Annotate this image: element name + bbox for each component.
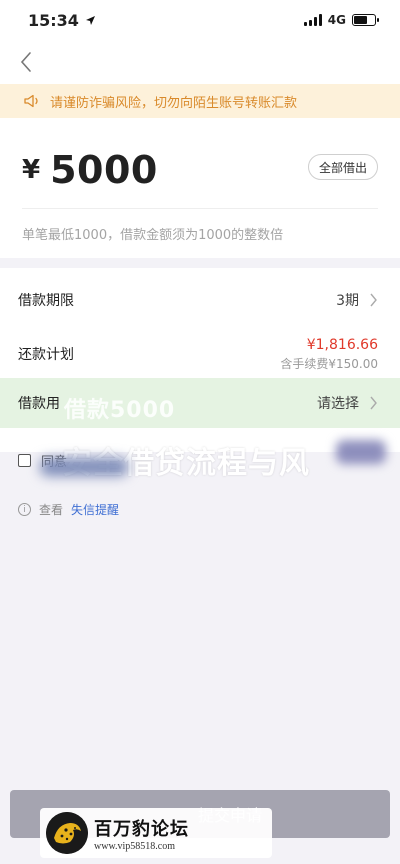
leopard-logo-icon xyxy=(46,812,88,854)
borrow-all-button[interactable]: 全部借出 xyxy=(307,154,378,180)
repayment-plan-row[interactable]: 还款计划 ¥1,816.66 含手续费¥150.00 xyxy=(0,330,400,378)
status-right: 4G xyxy=(303,13,379,27)
fraud-warning-banner: 请谨防诈骗风险，切勿向陌生账号转账汇款 xyxy=(0,84,400,118)
network-type: 4G xyxy=(327,13,346,27)
term-row[interactable]: 借款期限 3期 xyxy=(0,278,400,322)
status-time: 15:34 xyxy=(28,10,79,30)
forum-watermark: 百万豹论坛 www.vip58518.com xyxy=(40,808,272,858)
loan-amount-input[interactable]: 5000 xyxy=(50,148,158,192)
back-chevron-icon[interactable] xyxy=(16,50,38,74)
chevron-right-icon xyxy=(370,396,377,410)
watermark-text: 百万豹论坛 www.vip58518.com xyxy=(94,815,189,852)
purpose-row[interactable]: 借款用 请选择 xyxy=(0,380,400,426)
watermark-url: www.vip58518.com xyxy=(94,840,176,852)
watermark-name: 百万豹论坛 xyxy=(94,818,189,840)
speaker-icon xyxy=(24,94,38,108)
agreement-label: 同意 xyxy=(41,455,68,470)
location-arrow-icon xyxy=(85,15,95,25)
warning-text: 请谨防诈骗风险，切勿向陌生账号转账汇款 xyxy=(50,95,298,111)
status-bar: 15:34 4G xyxy=(0,0,400,40)
amount-row: ¥ 5000 全部借出 xyxy=(22,140,378,200)
agreement-checkbox[interactable] xyxy=(18,454,31,467)
term-value-group: 3期 xyxy=(336,290,378,310)
status-left: 15:34 xyxy=(28,11,96,30)
plan-amount: ¥1,816.66 xyxy=(306,336,378,353)
purpose-label: 借款用 xyxy=(18,396,60,412)
purpose-value-group: 请选择 xyxy=(317,393,378,413)
info-prefix: 查看 xyxy=(39,503,64,517)
amount-card: ¥ 5000 全部借出 单笔最低1000，借款金额须为1000的整数倍 xyxy=(0,118,400,258)
battery-icon xyxy=(352,14,379,26)
nav-bar xyxy=(0,40,400,84)
chevron-right-icon xyxy=(370,293,377,307)
plan-values: ¥1,816.66 含手续费¥150.00 xyxy=(280,337,378,372)
amount-divider xyxy=(22,208,378,209)
info-icon: i xyxy=(18,503,31,516)
signal-icon xyxy=(303,14,322,26)
dishonesty-reminder-link[interactable]: 失信提醒 xyxy=(71,501,119,518)
purpose-value: 请选择 xyxy=(317,396,359,412)
plan-fee: 含手续费¥150.00 xyxy=(280,356,378,371)
term-label: 借款期限 xyxy=(18,293,74,309)
term-value: 3期 xyxy=(336,293,359,309)
info-row: i 查看 失信提醒 xyxy=(18,501,119,518)
currency-symbol: ¥ xyxy=(22,155,41,185)
agreement-row: 同意 xyxy=(18,451,67,470)
plan-label: 还款计划 xyxy=(18,347,74,363)
amount-hint: 单笔最低1000，借款金额须为1000的整数倍 xyxy=(22,228,284,243)
